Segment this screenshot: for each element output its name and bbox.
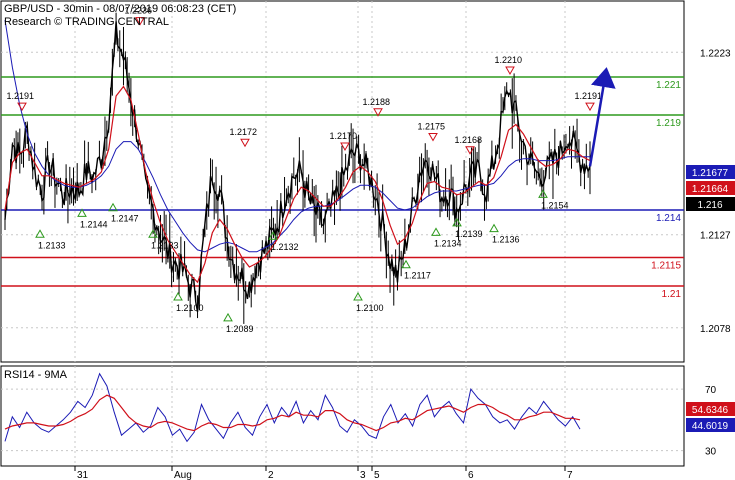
peak-label-2: 1.2172 — [229, 127, 257, 137]
chart-subtitle: Research © TRADING CENTRAL — [4, 16, 169, 28]
peak-label-7: 1.2210 — [494, 55, 522, 65]
chart-figure: 1.2211.2191.2141.21151.21 1.21911.22361.… — [0, 0, 735, 480]
rsi-y-tick-label-0: 70 — [705, 385, 717, 396]
x-tick-label-0: 31 — [77, 470, 89, 480]
peak-label-0: 1.2191 — [6, 91, 34, 101]
trough-label-6: 1.2132 — [271, 242, 299, 252]
trough-label-4: 1.2100 — [176, 303, 204, 313]
peak-label-6: 1.2168 — [454, 135, 482, 145]
price-panel-frame — [0, 0, 685, 363]
level-label-1: 1.219 — [656, 118, 681, 129]
current-price-label-1: 1.21664 — [692, 184, 729, 195]
peak-label-8: 1.2191 — [574, 91, 602, 101]
trough-label-5: 1.2089 — [226, 324, 254, 334]
level-label-4: 1.21 — [662, 289, 682, 300]
trough-label-10: 1.2139 — [455, 229, 483, 239]
trough-label-2: 1.2147 — [111, 214, 139, 224]
trough-label-7: 1.2100 — [356, 303, 384, 313]
x-tick-label-4: 5 — [374, 470, 380, 480]
trough-label-11: 1.2136 — [492, 235, 520, 245]
trough-label-12: 1.2154 — [541, 200, 569, 210]
y-tick-label-0: 1.2223 — [700, 48, 731, 59]
chart-title: GBP/USD - 30min - 08/07/2019 06:08:23 (C… — [4, 3, 236, 15]
peak-label-4: 1.2188 — [362, 97, 390, 107]
rsi-y-tick-label-1: 30 — [705, 447, 717, 458]
level-label-2: 1.214 — [656, 213, 681, 224]
y-tick-label-2: 1.2078 — [700, 324, 731, 335]
peak-label-5: 1.2175 — [417, 122, 445, 132]
x-tick-label-5: 6 — [468, 470, 474, 480]
y-tick-label-1: 1.2127 — [700, 231, 731, 242]
peak-label-3: 1.2170 — [329, 131, 357, 141]
level-label-3: 1.2115 — [651, 261, 681, 272]
current-price-label-2: 1.216 — [697, 200, 722, 211]
rsi-value-label-1: 44.6019 — [692, 421, 729, 432]
rsi-title: RSI14 - 9MA — [4, 369, 68, 381]
trough-label-9: 1.2134 — [434, 238, 462, 248]
level-label-0: 1.221 — [656, 80, 681, 91]
x-tick-label-2: 2 — [268, 470, 274, 480]
trough-label-0: 1.2133 — [38, 240, 66, 250]
x-tick-label-6: 7 — [567, 470, 573, 480]
trough-label-8: 1.2117 — [404, 271, 431, 281]
trough-label-3: 1.2133 — [151, 240, 179, 250]
current-price-label-0: 1.21677 — [692, 168, 729, 179]
rsi-value-label-0: 54.6346 — [692, 405, 729, 416]
x-tick-label-3: 3 — [360, 470, 366, 480]
trough-label-1: 1.2144 — [80, 219, 108, 229]
x-tick-label-1: Aug — [174, 470, 192, 480]
